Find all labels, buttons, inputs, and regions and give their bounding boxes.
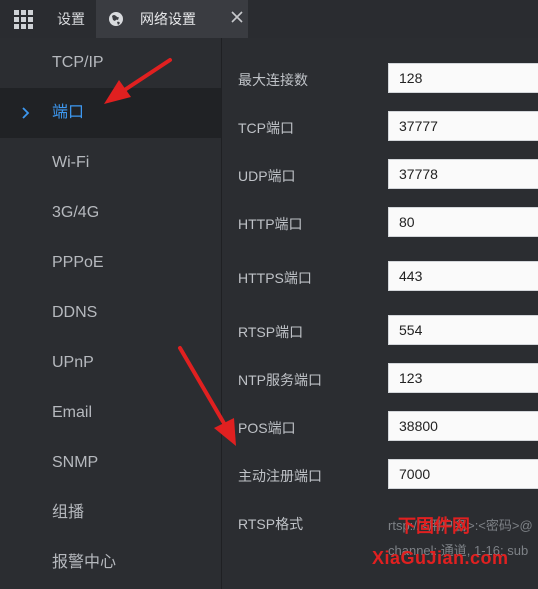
close-icon[interactable]: [230, 10, 244, 24]
max-connections-label: 最大连接数: [238, 72, 308, 88]
http-port-field[interactable]: [388, 207, 538, 237]
max-connections-field[interactable]: [388, 63, 538, 93]
sidebar-item-3g4g[interactable]: 3G/4G: [0, 188, 221, 238]
pos-port-field[interactable]: [388, 411, 538, 441]
grid-icon: [13, 9, 33, 29]
pos-port-label: POS端口: [238, 420, 296, 436]
tab-bar: 设置 网络设置: [0, 0, 538, 39]
tab-settings[interactable]: 设置: [46, 0, 96, 38]
https-port-label: HTTPS端口: [238, 270, 312, 286]
sidebar-item-label: Wi-Fi: [52, 154, 90, 171]
rtsp-port-label: RTSP端口: [238, 324, 304, 340]
sidebar-item-label: TCP/IP: [52, 54, 104, 71]
sidebar-item-label: 端口: [52, 104, 85, 121]
ntp-port-field[interactable]: [388, 363, 538, 393]
sidebar-item-label: PPPoE: [52, 254, 104, 271]
sidebar-item-wifi[interactable]: Wi-Fi: [0, 138, 221, 188]
sidebar-item-label: SNMP: [52, 454, 99, 471]
app-menu-button[interactable]: [0, 0, 46, 38]
tcp-port-field[interactable]: [388, 111, 538, 141]
sidebar-item-label: 报警中心: [52, 554, 117, 571]
network-globe-icon: [109, 12, 123, 26]
tab-network-settings[interactable]: 网络设置: [96, 0, 248, 38]
sidebar-item-label: UPnP: [52, 354, 94, 371]
sidebar-item-upnp[interactable]: UPnP: [0, 338, 221, 388]
https-port-field[interactable]: [388, 261, 538, 291]
sidebar-item-multicast[interactable]: 组播: [0, 488, 221, 538]
port-settings-panel: 最大连接数 TCP端口 UDP端口 HTTP端口 HTTPS端口 RTSP端口 …: [222, 38, 538, 589]
active-register-port-label: 主动注册端口: [238, 468, 322, 484]
udp-port-field[interactable]: [388, 159, 538, 189]
sidebar-item-label: Email: [52, 404, 93, 421]
sidebar-item-port[interactable]: 端口: [0, 88, 221, 138]
udp-port-label: UDP端口: [238, 168, 296, 184]
sidebar-item-alarm-center[interactable]: 报警中心: [0, 538, 221, 588]
tab-network-label: 网络设置: [140, 11, 196, 27]
sidebar: TCP/IP 端口 Wi-Fi 3G/4G PPPoE DDNS UPnP Em…: [0, 38, 222, 589]
watermark-top: 下固件网: [398, 516, 470, 536]
sidebar-item-tcpip[interactable]: TCP/IP: [0, 38, 221, 88]
sidebar-item-label: DDNS: [52, 304, 98, 321]
sidebar-item-label: 组播: [52, 504, 85, 521]
chevron-right-icon: [22, 107, 30, 119]
sidebar-item-email[interactable]: Email: [0, 388, 221, 438]
ntp-port-label: NTP服务端口: [238, 372, 322, 388]
sidebar-item-pppoe[interactable]: PPPoE: [0, 238, 221, 288]
sidebar-item-ddns[interactable]: DDNS: [0, 288, 221, 338]
rtsp-port-field[interactable]: [388, 315, 538, 345]
active-register-port-field[interactable]: [388, 459, 538, 489]
sidebar-item-snmp[interactable]: SNMP: [0, 438, 221, 488]
watermark-bottom: XiaGuJian.com: [372, 548, 509, 568]
tcp-port-label: TCP端口: [238, 120, 294, 136]
rtsp-format-title: RTSP格式: [238, 516, 304, 532]
http-port-label: HTTP端口: [238, 216, 303, 232]
sidebar-item-label: 3G/4G: [52, 204, 100, 221]
